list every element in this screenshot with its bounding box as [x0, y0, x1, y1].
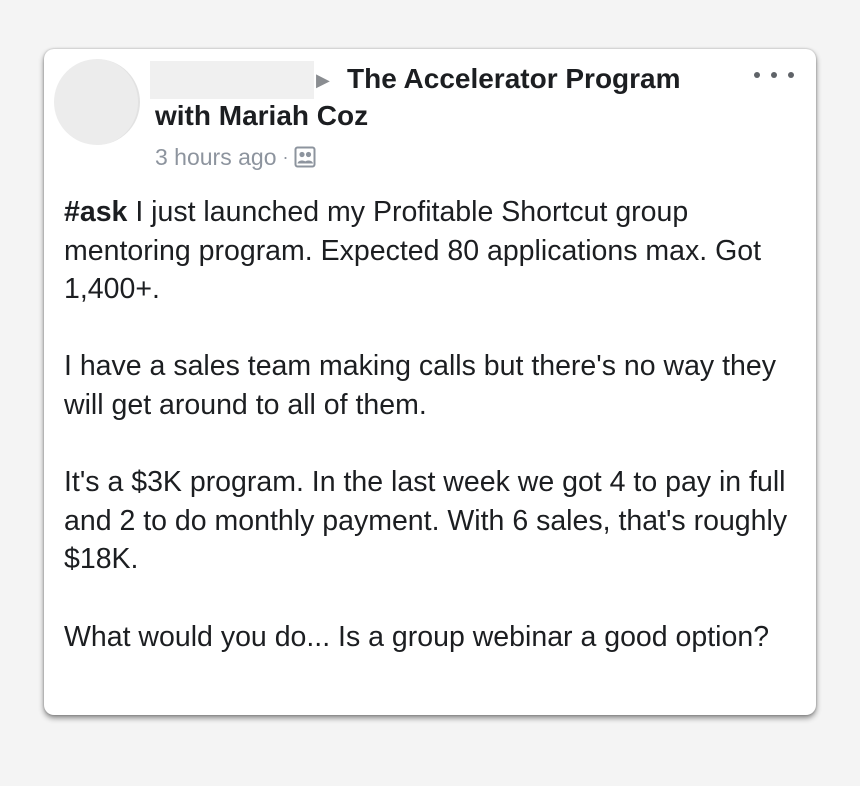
- post-paragraph: What would you do... Is a group webinar …: [64, 620, 770, 653]
- arrow-right-icon: ▶: [316, 70, 330, 90]
- post-meta: 3 hours ago ·: [155, 143, 316, 171]
- post-paragraph: I have a sales team making calls but the…: [64, 350, 776, 421]
- post-body: #ask I just launched my Profitable Short…: [64, 193, 794, 656]
- group-icon: [294, 146, 316, 168]
- timestamp[interactable]: 3 hours ago: [155, 143, 276, 171]
- avatar[interactable]: [54, 59, 140, 145]
- meta-separator: ·: [282, 147, 289, 167]
- redacted-author-name: [150, 61, 314, 99]
- hashtag-link[interactable]: #ask: [64, 196, 127, 228]
- post-card: ▶ The Accelerator Program with Mariah Co…: [44, 49, 816, 715]
- post-paragraph: It's a $3K program. In the last week we …: [64, 466, 788, 576]
- more-options-button[interactable]: [754, 63, 794, 87]
- group-name[interactable]: The Accelerator Program: [347, 61, 681, 97]
- group-name-continued[interactable]: with Mariah Coz: [155, 98, 368, 134]
- post-paragraph: #ask I just launched my Profitable Short…: [64, 193, 794, 309]
- ellipsis-icon: [754, 72, 760, 78]
- post-text: I just launched my Profitable Shortcut g…: [64, 196, 762, 306]
